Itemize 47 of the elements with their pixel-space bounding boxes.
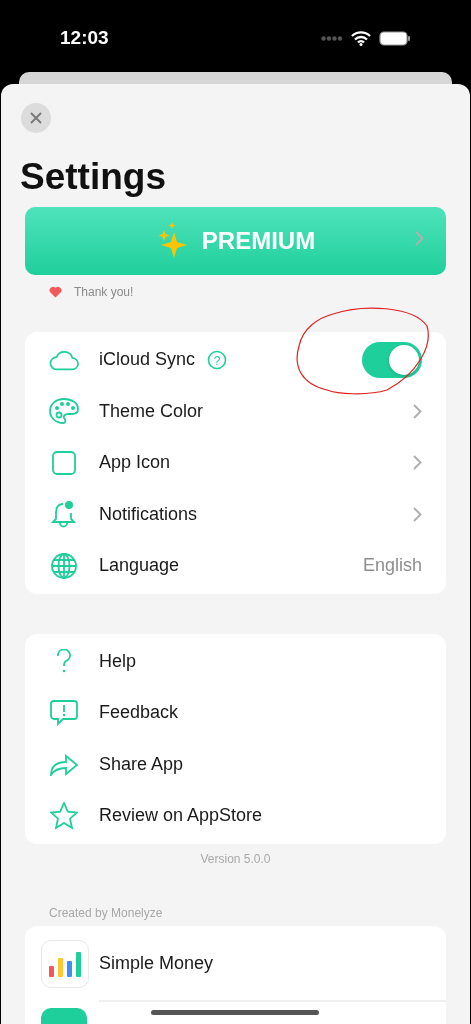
bell-icon <box>51 500 77 529</box>
sync-toggle[interactable] <box>362 341 422 378</box>
row-label: App Icon <box>99 452 171 474</box>
row-label: Notifications <box>99 503 198 525</box>
row-label: Help <box>99 650 137 672</box>
signal-dots-icon <box>321 35 343 41</box>
settings-row[interactable]: Notifications <box>25 488 446 540</box>
star-icon <box>50 801 78 830</box>
share-arrow-icon <box>50 752 78 777</box>
settings-row[interactable]: Language English <box>25 540 446 592</box>
bar-chart-app-icon <box>41 939 89 988</box>
app-row[interactable]: Simple Money <box>25 927 446 1000</box>
palette-icon <box>49 398 79 425</box>
cloud-icon <box>49 348 79 371</box>
question-mark-icon <box>56 649 72 674</box>
row-label: Feedback <box>99 702 179 724</box>
chevron-icon <box>413 403 422 419</box>
chevron-icon <box>413 455 422 471</box>
support-row[interactable]: Share App <box>25 738 446 790</box>
settings-row[interactable]: Theme Color <box>25 385 446 437</box>
battery-icon <box>379 30 411 46</box>
globe-icon <box>51 552 77 579</box>
close-button[interactable] <box>21 103 51 133</box>
chevron-icon <box>413 506 422 522</box>
row-label: Share App <box>99 753 184 775</box>
status-time: 12:03 <box>60 27 109 49</box>
support-row[interactable]: Review on AppStore <box>25 790 446 842</box>
created-by-text: Created by Monelyze <box>49 905 164 920</box>
heart-icon <box>49 286 62 298</box>
row-value: English <box>362 555 422 577</box>
row-label: Language <box>99 555 180 577</box>
thank-you-text: Thank you! <box>74 285 134 299</box>
close-icon <box>30 112 42 124</box>
page-title: Settings <box>20 155 167 199</box>
row-label: Theme Color <box>99 400 204 422</box>
settings-row[interactable]: iCloud Sync ? <box>25 334 446 386</box>
settings-row[interactable]: App Icon <box>25 437 446 489</box>
rounded-square-icon <box>52 450 76 475</box>
wifi-icon <box>351 30 371 46</box>
version-text: Version 5.0.0 <box>199 851 272 866</box>
chevron-icon <box>415 231 424 246</box>
row-label: Review on AppStore <box>99 805 263 827</box>
row-label: iCloud Sync <box>99 349 196 371</box>
support-row[interactable]: Help <box>25 635 446 687</box>
support-row[interactable]: Feedback <box>25 687 446 739</box>
app-name: Simple Money <box>99 953 214 974</box>
speech-bubble-icon <box>50 699 78 726</box>
